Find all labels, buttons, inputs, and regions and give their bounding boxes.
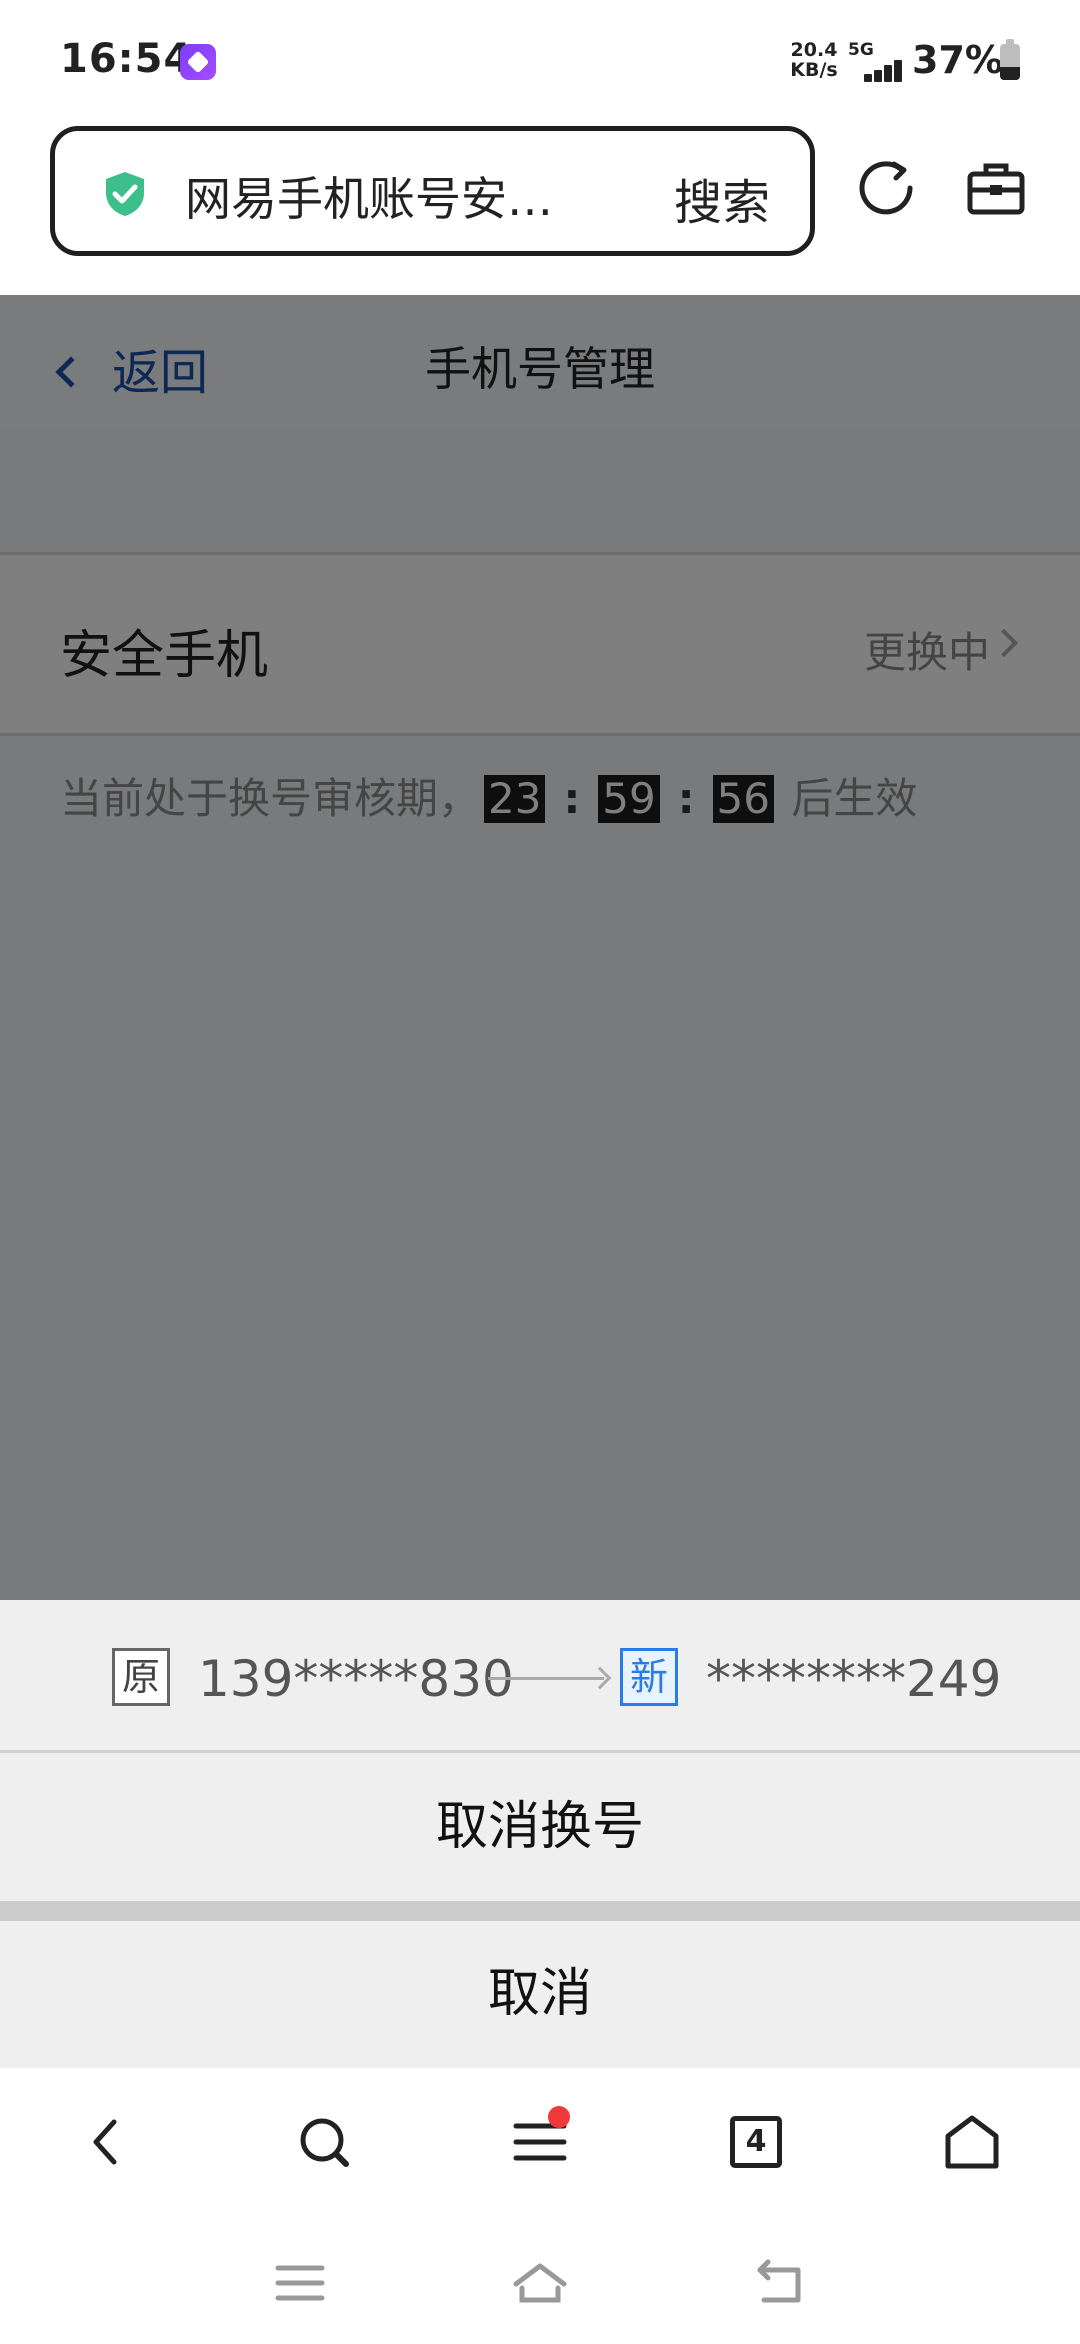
old-number-tag: 原 <box>112 1648 170 1706</box>
system-nav-bar <box>0 2218 1080 2344</box>
system-home-icon[interactable] <box>510 2258 570 2308</box>
arrow-head-icon <box>588 1666 612 1690</box>
new-number-tag: 新 <box>620 1648 678 1706</box>
home-icon[interactable] <box>940 2110 1004 2174</box>
status-time: 16:54 <box>60 36 193 82</box>
browser-toolbar: 4 <box>0 2068 1080 2218</box>
status-bar: 16:54 20.4 KB/s 5G 37% <box>0 0 1080 120</box>
system-back-icon[interactable] <box>750 2258 810 2308</box>
network-speed-unit: KB/s <box>790 59 838 81</box>
number-swap-row: 原 139*****830 新 ********249 <box>0 1600 1080 1750</box>
tabs-count: 4 <box>730 2116 782 2168</box>
change-number-sheet: 原 139*****830 新 ********249 取消换号 取消 <box>0 1600 1080 2068</box>
network-type: 5G <box>848 40 874 60</box>
browser-header: 网易手机账号安… 搜索 <box>0 120 1080 295</box>
app-notification-icon <box>180 44 216 80</box>
new-number: ********249 <box>706 1650 1002 1708</box>
toolbox-icon[interactable] <box>966 160 1026 216</box>
signal-icon <box>850 58 906 82</box>
cancel-button[interactable]: 取消 <box>0 1921 1080 2068</box>
sheet-gap <box>0 1901 1080 1921</box>
battery-icon <box>1000 39 1020 80</box>
search-icon[interactable] <box>292 2110 356 2174</box>
address-text[interactable]: 网易手机账号安… <box>185 163 553 229</box>
menu-button[interactable] <box>508 2106 572 2174</box>
modal-overlay[interactable] <box>0 295 1080 1600</box>
refresh-icon[interactable] <box>858 158 918 218</box>
cancel-change-number-button[interactable]: 取消换号 <box>0 1753 1080 1901</box>
system-menu-icon[interactable] <box>270 2258 330 2308</box>
notification-dot <box>548 2106 570 2128</box>
address-bar[interactable]: 网易手机账号安… 搜索 <box>50 126 815 256</box>
battery-percent: 37% <box>912 38 1003 82</box>
arrow-right-icon <box>488 1677 604 1680</box>
network-speed-value: 20.4 <box>790 39 838 61</box>
search-button[interactable]: 搜索 <box>674 163 770 233</box>
tabs-button[interactable]: 4 <box>724 2110 788 2174</box>
security-shield-icon <box>106 172 144 216</box>
back-arrow-icon[interactable] <box>74 2110 138 2174</box>
old-number: 139*****830 <box>198 1650 514 1708</box>
network-speed: 20.4 KB/s <box>790 40 838 80</box>
